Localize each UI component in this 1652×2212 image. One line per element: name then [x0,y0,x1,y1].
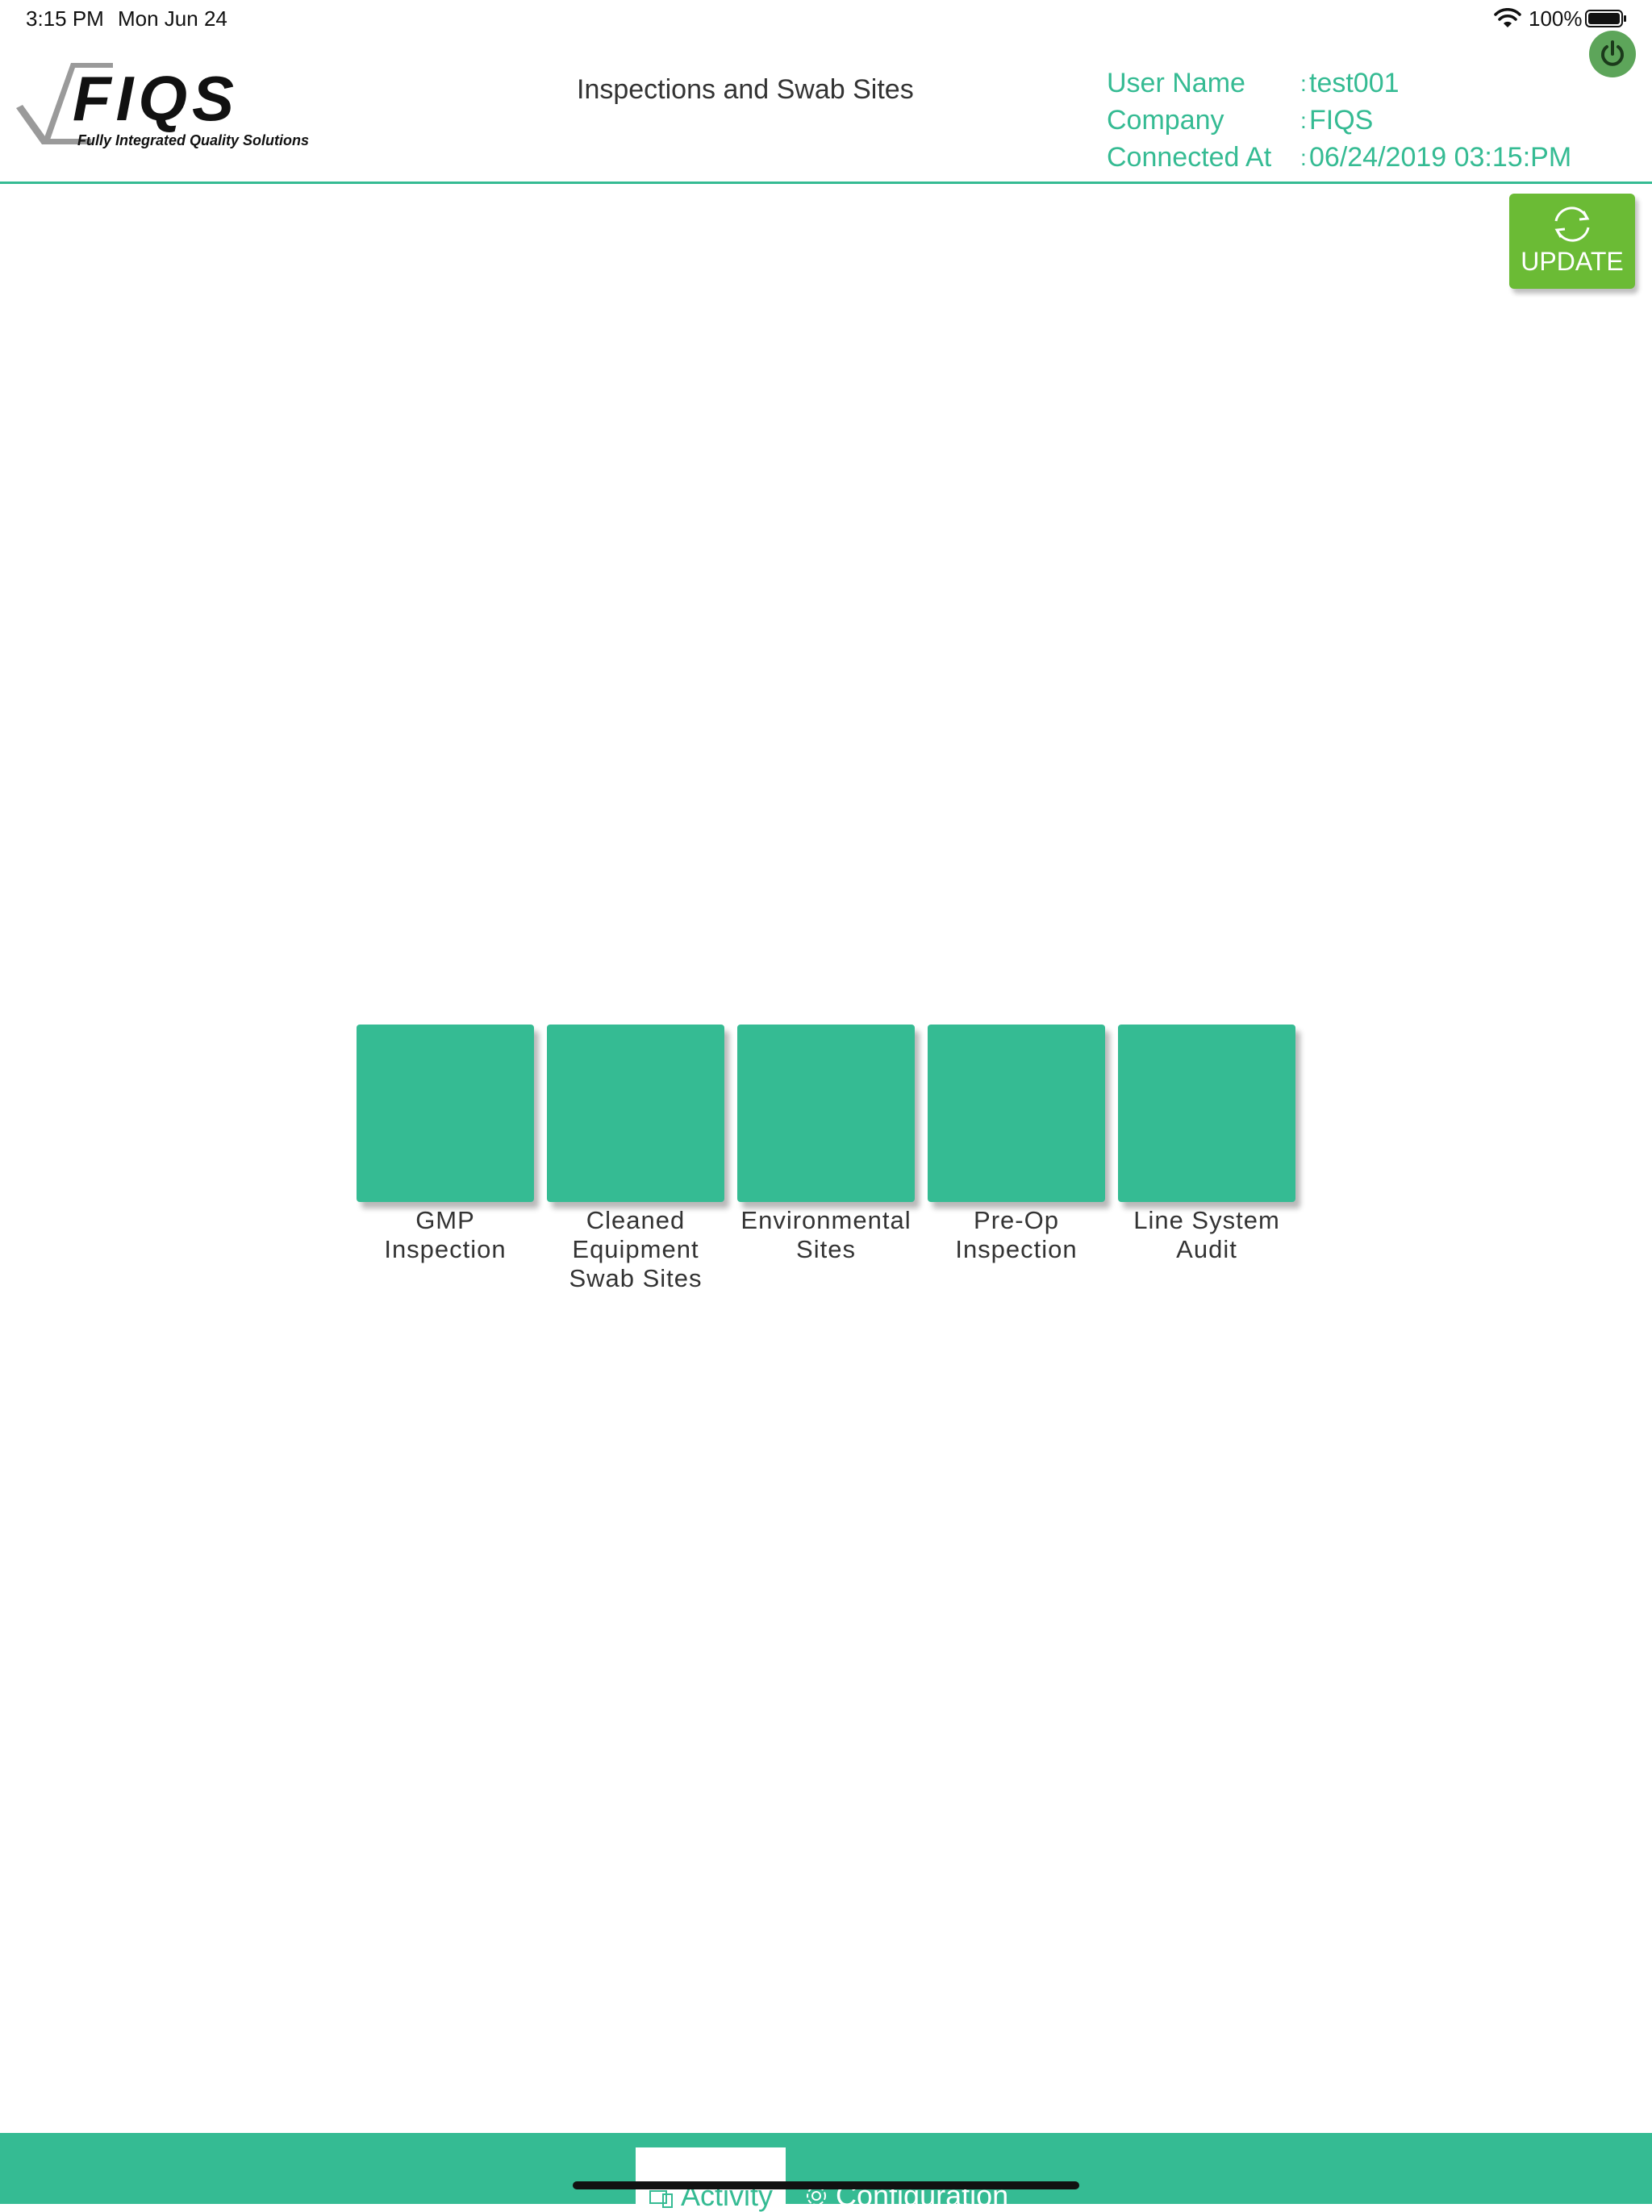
battery-icon [1585,10,1626,27]
tile-label-gmp-inspection: GMP Inspection [384,1206,507,1263]
tile-label-line-system-audit: Line System Audit [1133,1206,1280,1263]
tile-line-system-audit[interactable] [1118,1025,1295,1202]
tile-cleaned-equipment-swab-sites[interactable] [547,1025,724,1202]
power-button[interactable] [1589,31,1636,77]
tile-gmp-inspection[interactable] [357,1025,534,1202]
tab-configuration[interactable]: Configuration [803,2147,1008,2210]
header-divider [0,182,1652,184]
wifi-icon [1494,8,1521,27]
company-value: FIQS [1309,105,1374,136]
info-separator: : [1300,145,1307,170]
update-label: UPDATE [1521,247,1624,276]
tab-activity[interactable]: Activity [636,2147,786,2210]
tile-label-environmental-sites: Environmental Sites [740,1206,912,1263]
status-date: Mon Jun 24 [118,6,227,31]
user-name-label: User Name [1107,68,1245,98]
connected-at-value: 06/24/2019 03:15:PM [1309,142,1572,173]
company-label: Company [1107,105,1224,136]
update-button[interactable]: UPDATE [1509,194,1635,289]
connected-at-label: Connected At [1107,142,1272,173]
info-separator: : [1300,108,1307,133]
status-time: 3:15 PM [26,6,104,31]
tile-pre-op-inspection[interactable] [928,1025,1105,1202]
tile-environmental-sites[interactable] [737,1025,915,1202]
power-icon [1601,40,1624,66]
tile-label-cleaned-equipment-swab-sites: Cleaned Equipment Swab Sites [569,1206,703,1292]
home-indicator[interactable] [573,2181,1079,2189]
refresh-icon [1554,207,1590,242]
activity-icon [649,2190,673,2208]
page-title: Inspections and Swab Sites [577,74,914,105]
logo-tagline: Fully Integrated Quality Solutions [77,132,310,148]
info-separator: : [1300,71,1307,96]
logo-wordmark: FIQS [73,63,240,134]
tile-label-pre-op-inspection: Pre-Op Inspection [955,1206,1078,1263]
battery-percentage: 100% [1529,6,1583,31]
user-name-value: test001 [1309,68,1400,98]
fiqs-logo: FIQS Fully Integrated Quality Solutions [15,60,309,152]
